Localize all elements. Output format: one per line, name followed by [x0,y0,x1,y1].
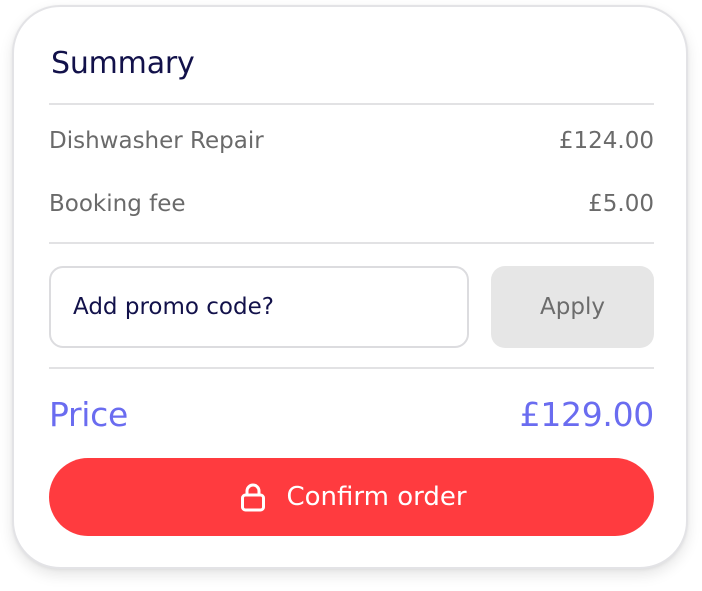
summary-title: Summary [51,46,195,81]
line-item: Booking fee £5.00 [49,188,654,220]
divider [49,242,654,244]
summary-card: Summary Dishwasher Repair £124.00 Bookin… [12,5,688,569]
line-item: Dishwasher Repair £124.00 [49,125,654,157]
line-item-label: Dishwasher Repair [49,128,264,154]
line-item-amount: £124.00 [558,128,654,154]
line-item-label: Booking fee [49,191,186,217]
price-label: Price [49,394,129,434]
price-row: Price £129.00 [49,393,654,435]
lock-icon [236,480,270,514]
confirm-order-label: Confirm order [286,482,467,512]
confirm-order-button[interactable]: Confirm order [49,458,654,536]
divider [49,367,654,369]
divider [49,103,654,105]
price-amount: £129.00 [519,394,655,434]
promo-code-placeholder: Add promo code? [73,294,274,320]
line-item-amount: £5.00 [588,191,654,217]
apply-button[interactable]: Apply [491,266,654,348]
promo-code-input[interactable]: Add promo code? [49,266,469,348]
